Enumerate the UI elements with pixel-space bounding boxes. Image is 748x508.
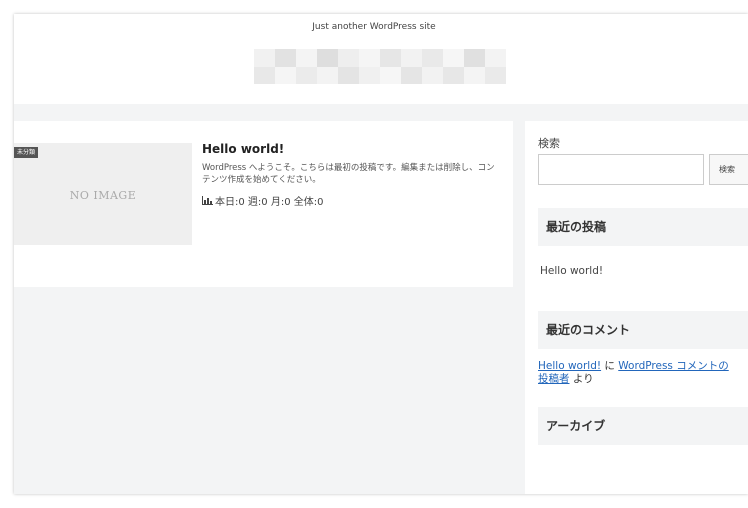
logo-pixel-block: [422, 49, 443, 67]
logo-pixel-block: [464, 66, 485, 84]
logo-pixel-block: [380, 66, 401, 84]
logo-pixel-block: [275, 66, 296, 84]
logo-pixel-block: [254, 49, 275, 67]
no-image-placeholder: NO IMAGE: [69, 189, 137, 202]
search-label: 検索: [538, 137, 560, 150]
post-excerpt: WordPress へようこそ。こちらは最初の投稿です。編集または削除し、コンテ…: [202, 163, 495, 185]
bar-chart-icon: [202, 196, 213, 205]
logo-pixel-block: [359, 66, 380, 84]
view-counter: 本日:0 週:0 月:0 全体:0: [202, 193, 323, 208]
logo-pixel-block: [338, 66, 359, 84]
logo-pixel-block: [317, 49, 338, 67]
comment-connector: に: [601, 360, 619, 372]
sidebar: 検索 検索 最近の投稿 Hello world! 最近のコメント Hello w…: [525, 121, 748, 494]
logo-pixel-block: [317, 66, 338, 84]
logo-pixel-block: [443, 66, 464, 84]
logo-pixel-block: [443, 49, 464, 67]
logo-pixel-block: [401, 66, 422, 84]
logo-pixel-block: [464, 49, 485, 67]
browser-viewport: Just another WordPress site 未分類 NO IMAGE…: [14, 14, 748, 494]
archives-title: アーカイブ: [538, 407, 748, 445]
comment-author-link[interactable]: WordPress コメントの: [618, 360, 728, 372]
category-badge[interactable]: 未分類: [14, 147, 39, 158]
comment-post-link[interactable]: Hello world!: [538, 360, 601, 372]
site-header: Just another WordPress site: [14, 14, 748, 104]
logo-pixel-block: [380, 49, 401, 67]
logo-pixel-block: [422, 66, 443, 84]
logo-pixel-block: [359, 49, 380, 67]
search-button[interactable]: 検索: [709, 154, 748, 185]
recent-comment: Hello world! に WordPress コメントの投稿者 より: [538, 360, 748, 386]
recent-post-link[interactable]: Hello world!: [540, 265, 603, 277]
logo-pixel-block: [485, 49, 506, 67]
view-counter-text: 本日:0 週:0 月:0 全体:0: [215, 197, 324, 208]
logo-pixel-block: [296, 66, 317, 84]
site-logo[interactable]: [254, 49, 506, 84]
post-title[interactable]: Hello world!: [202, 142, 284, 156]
logo-pixel-block: [296, 49, 317, 67]
search-input[interactable]: [538, 154, 704, 185]
site-tagline: Just another WordPress site: [312, 22, 436, 32]
recent-posts-title: 最近の投稿: [538, 208, 748, 246]
logo-pixel-block: [485, 66, 506, 84]
comment-suffix: より: [569, 373, 594, 385]
logo-pixel-block: [275, 49, 296, 67]
logo-pixel-block: [254, 66, 275, 84]
logo-pixel-block: [401, 49, 422, 67]
post-card: 未分類 NO IMAGE Hello world! WordPress へようこ…: [14, 121, 513, 287]
logo-pixel-block: [338, 49, 359, 67]
recent-comments-title: 最近のコメント: [538, 311, 748, 349]
post-thumbnail[interactable]: 未分類 NO IMAGE: [14, 143, 192, 245]
comment-author-link-cont[interactable]: 投稿者: [538, 373, 570, 385]
